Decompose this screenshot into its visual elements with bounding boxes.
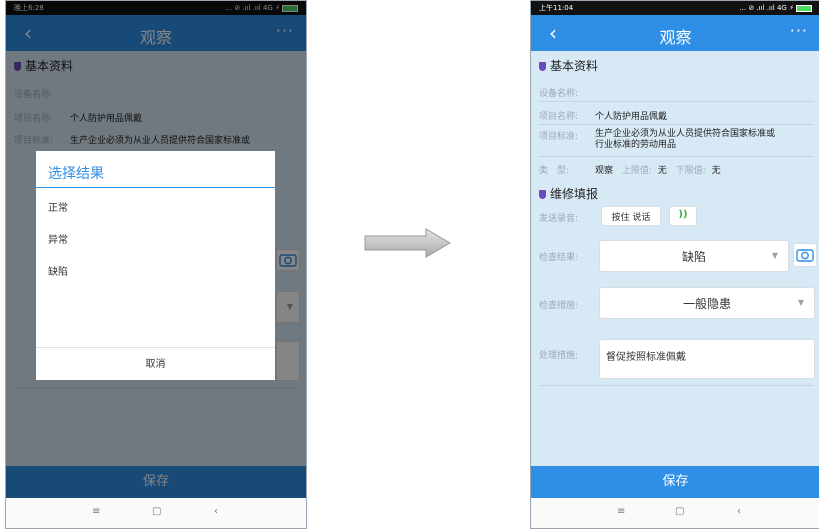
menu-icon[interactable]: ≡ (92, 506, 100, 517)
select-result-dialog: 选择结果 正常 异常 缺陷 取消 (36, 151, 275, 380)
system-nav-bar: ≡ ▢ ‹ (6, 498, 306, 528)
back-nav-icon[interactable]: ‹ (214, 506, 218, 517)
menu-icon[interactable]: ≡ (617, 506, 625, 517)
system-nav-bar: ≡ ▢ ‹ (531, 498, 819, 528)
camera-icon (796, 249, 814, 262)
option-defect[interactable]: 缺陷 (48, 263, 275, 278)
divider (539, 101, 814, 102)
dialog-title-divider (36, 187, 275, 188)
home-icon[interactable]: ▢ (675, 506, 684, 517)
status-bar: 上午11:04 ... ⊘ .ııl .ııl 4G ⚡ (531, 1, 819, 15)
sound-wave-icon: )) (678, 209, 688, 220)
save-button[interactable]: 保存 (531, 466, 819, 498)
divider (539, 156, 814, 157)
section-basic-info: 基本资料 (539, 57, 598, 74)
status-icons: ... ⊘ .ııl .ııl 4G ⚡ (739, 1, 812, 15)
back-nav-icon[interactable]: ‹ (737, 506, 741, 517)
option-normal[interactable]: 正常 (48, 199, 275, 214)
home-icon[interactable]: ▢ (152, 506, 161, 517)
device-row: 设备名称: (539, 89, 579, 99)
left-phone-screen: 晚上6:28 ... ⊘ .ııl .ııl 4G ⚡ ‹ 观察 ··· 基本资… (5, 0, 307, 529)
voice-play-button[interactable]: )) (669, 206, 697, 226)
status-time: 上午11:04 (539, 4, 574, 12)
chevron-down-icon: ▼ (797, 298, 804, 307)
dialog-title: 选择结果 (48, 166, 104, 182)
dialog-divider (36, 347, 275, 348)
more-icon[interactable]: ··· (790, 21, 808, 40)
shield-icon (539, 190, 546, 199)
hold-to-talk-button[interactable]: 按住 说话 (601, 206, 661, 226)
item-name-row: 项目名称: 个人防护用品佩戴 (539, 112, 668, 122)
item-std-row: 项目标准: 生产企业必须为从业人员提供符合国家标准或 行业标准的劳动用品 (539, 129, 776, 150)
chevron-down-icon: ▼ (771, 251, 778, 260)
section-repair: 维修填报 (539, 185, 598, 202)
divider (539, 124, 814, 125)
option-abnormal[interactable]: 异常 (48, 231, 275, 246)
app-bar: ‹ 观察 ··· (531, 15, 819, 51)
check-result-select[interactable]: 缺陷 ▼ (599, 240, 789, 272)
check-measure-select[interactable]: 一般隐患 ▼ (599, 287, 815, 319)
type-row: 类 型: 观察 上限值: 无 下限值: 无 (539, 166, 721, 176)
right-phone-screen: 上午11:04 ... ⊘ .ııl .ııl 4G ⚡ ‹ 观察 ··· 基本… (530, 0, 819, 529)
shield-icon (539, 62, 546, 71)
cancel-button[interactable]: 取消 (36, 355, 275, 370)
battery-icon (796, 4, 812, 12)
arrow-right-icon (364, 228, 451, 258)
form-content: 基本资料 设备名称: 项目名称: 个人防护用品佩戴 项目标准: 生产企业必须为从业人… (531, 51, 819, 466)
page-title: 观察 (659, 28, 692, 47)
divider (539, 385, 814, 386)
handle-measure-input[interactable]: 督促按照标准佩戴 (599, 339, 815, 379)
camera-button[interactable] (793, 243, 817, 267)
